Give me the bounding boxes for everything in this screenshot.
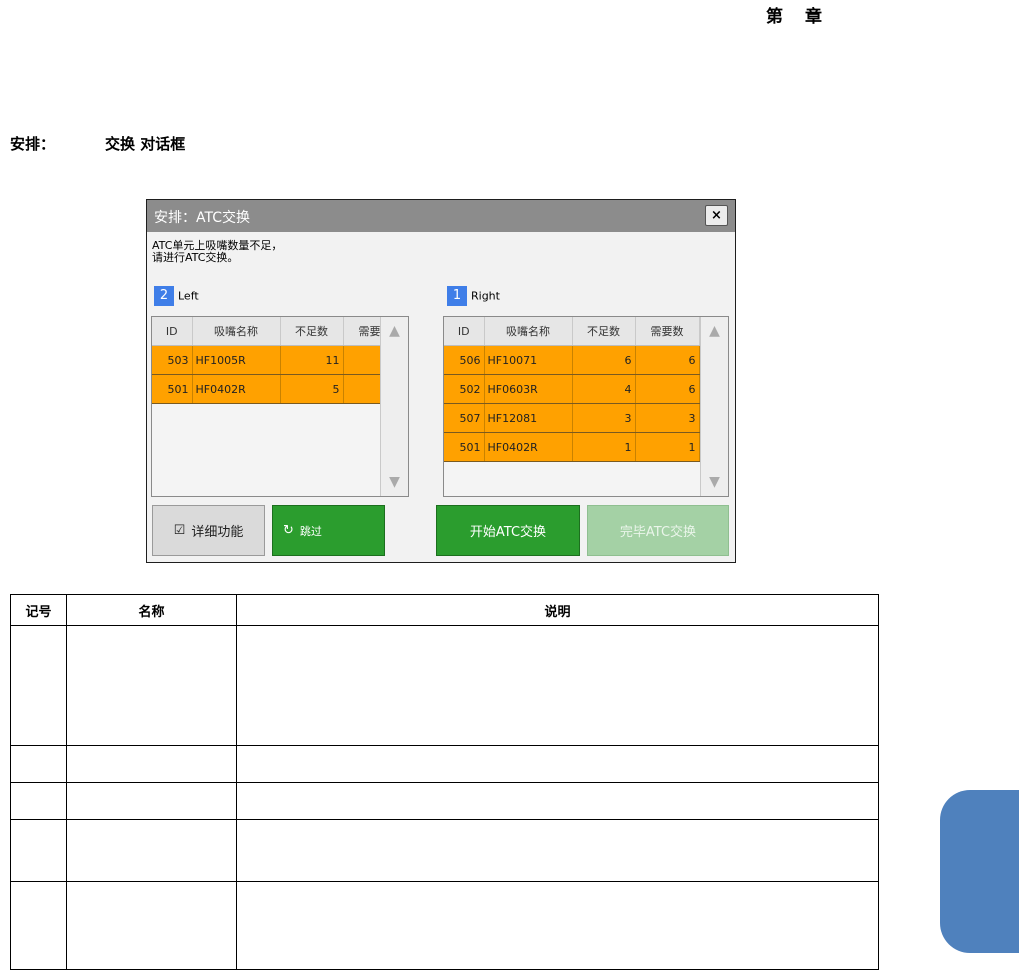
cell-description (236, 745, 879, 783)
cell-description (236, 881, 879, 970)
cell-id: 507 (444, 403, 485, 433)
start-label: 开始ATC交换 (469, 525, 547, 540)
cell-name (66, 782, 237, 820)
message-line-2: 请进行ATC交换。 (152, 251, 239, 264)
dialog-title: 安排：ATC交换 (154, 210, 250, 226)
cell-shortage: 3 (572, 403, 636, 433)
right-pane-header: 1 Right (447, 286, 500, 306)
arrow-up-icon[interactable]: ▲ (381, 323, 408, 339)
table-row[interactable]: 501 HF0402R 1 1 (444, 432, 700, 462)
cell-shortage: 5 (280, 374, 344, 404)
cell-shortage: 1 (572, 432, 636, 462)
cell-required: 6 (635, 374, 700, 404)
detail-function-button[interactable]: ☑ 详细功能 (152, 505, 265, 556)
table-row[interactable]: 506 HF10071 6 6 (444, 345, 700, 375)
right-pane-name: Right (471, 289, 500, 303)
cell-id: 503 (152, 345, 193, 375)
cell-name (66, 745, 237, 783)
col-shortage[interactable]: 不足数 (572, 317, 636, 346)
cell-nozzle: HF10071 (484, 345, 573, 375)
skip-button[interactable]: ↻ 跳过 (272, 505, 385, 556)
right-pane-number: 1 (447, 286, 467, 306)
cell-mark (10, 881, 67, 970)
cell-nozzle: HF1005R (192, 345, 281, 375)
cell-id: 501 (152, 374, 193, 404)
skip-label: 跳过 (299, 524, 322, 538)
cell-name (66, 625, 237, 746)
table-row (10, 745, 879, 783)
cell-shortage: 11 (280, 345, 344, 375)
left-pane-number: 2 (154, 286, 174, 306)
skip-icon: ↻ (283, 523, 294, 538)
close-icon: × (711, 208, 722, 223)
detail-icon: ☑ (173, 523, 186, 538)
description-table: 记号 名称 说明 (10, 594, 879, 970)
chapter-prefix: 第 (766, 7, 783, 27)
chapter-heading: 第章 (766, 2, 822, 27)
cell-description (236, 782, 879, 820)
right-nozzle-grid[interactable]: ID 吸嘴名称 不足数 需要数 506 HF10071 6 6 502 HF06… (443, 316, 729, 497)
col-required[interactable]: 需要数 (635, 317, 700, 346)
finish-atc-exchange-button[interactable]: 完毕ATC交换 (587, 505, 729, 556)
start-atc-exchange-button[interactable]: 开始ATC交换 (436, 505, 580, 556)
arrow-up-icon[interactable]: ▲ (701, 323, 728, 339)
table-row (10, 881, 879, 970)
table-row[interactable]: 501 HF0402R 5 5 (152, 374, 408, 404)
table-row[interactable]: 502 HF0603R 4 6 (444, 374, 700, 404)
table-row (10, 625, 879, 746)
cell-id: 502 (444, 374, 485, 404)
col-id[interactable]: ID (152, 317, 193, 346)
cell-id: 501 (444, 432, 485, 462)
chapter-suffix: 章 (805, 7, 822, 27)
cell-shortage: 4 (572, 374, 636, 404)
cell-nozzle: HF0603R (484, 374, 573, 404)
cell-nozzle: HF0402R (192, 374, 281, 404)
col-id[interactable]: ID (444, 317, 485, 346)
table-row (10, 819, 879, 882)
cell-name (66, 819, 237, 882)
finish-label: 完毕ATC交换 (619, 525, 697, 540)
left-pane-header: 2 Left (154, 286, 199, 306)
cell-shortage: 6 (572, 345, 636, 375)
left-scrollbar[interactable]: ▲ ▼ (380, 317, 408, 496)
col-shortage[interactable]: 不足数 (280, 317, 344, 346)
header-name: 名称 (66, 594, 237, 626)
cell-name (66, 881, 237, 970)
right-scrollbar[interactable]: ▲ ▼ (700, 317, 728, 496)
cell-mark (10, 782, 67, 820)
cell-id: 506 (444, 345, 485, 375)
cell-nozzle: HF0402R (484, 432, 573, 462)
atc-exchange-dialog: 安排：ATC交换 × ATC单元上吸嘴数量不足， 请进行ATC交换。 2 Left… (146, 199, 736, 563)
detail-label: 详细功能 (191, 525, 244, 540)
cell-required: 3 (635, 403, 700, 433)
right-nozzle-table: ID 吸嘴名称 不足数 需要数 506 HF10071 6 6 502 HF06… (444, 317, 700, 462)
table-row[interactable]: 507 HF12081 3 3 (444, 403, 700, 433)
left-nozzle-table: ID 吸嘴名称 不足数 需要数 503 HF1005R 11 11 501 HF… (152, 317, 408, 404)
left-nozzle-grid[interactable]: ID 吸嘴名称 不足数 需要数 503 HF1005R 11 11 501 HF… (151, 316, 409, 497)
section-title: 安排： 交换 对话框 (10, 133, 185, 154)
cell-mark (10, 745, 67, 783)
chapter-side-tab (940, 790, 1019, 953)
dialog-message: ATC单元上吸嘴数量不足， 请进行ATC交换。 (152, 240, 282, 264)
dialog-titlebar: 安排：ATC交换 × (147, 200, 735, 232)
section-name: 交换 对话框 (105, 135, 186, 153)
cell-required: 1 (635, 432, 700, 462)
arrow-down-icon[interactable]: ▼ (701, 474, 728, 490)
cell-mark (10, 625, 67, 746)
cell-description (236, 819, 879, 882)
table-row (10, 782, 879, 820)
cell-description (236, 625, 879, 746)
cell-mark (10, 819, 67, 882)
arrow-down-icon[interactable]: ▼ (381, 474, 408, 490)
section-label: 安排： (10, 135, 56, 153)
col-nozzle-name[interactable]: 吸嘴名称 (192, 317, 281, 346)
cell-required: 6 (635, 345, 700, 375)
close-button[interactable]: × (705, 205, 728, 226)
header-description: 说明 (236, 594, 879, 626)
header-mark: 记号 (10, 594, 67, 626)
table-row[interactable]: 503 HF1005R 11 11 (152, 345, 408, 375)
left-pane-name: Left (178, 289, 199, 303)
col-nozzle-name[interactable]: 吸嘴名称 (484, 317, 573, 346)
cell-nozzle: HF12081 (484, 403, 573, 433)
